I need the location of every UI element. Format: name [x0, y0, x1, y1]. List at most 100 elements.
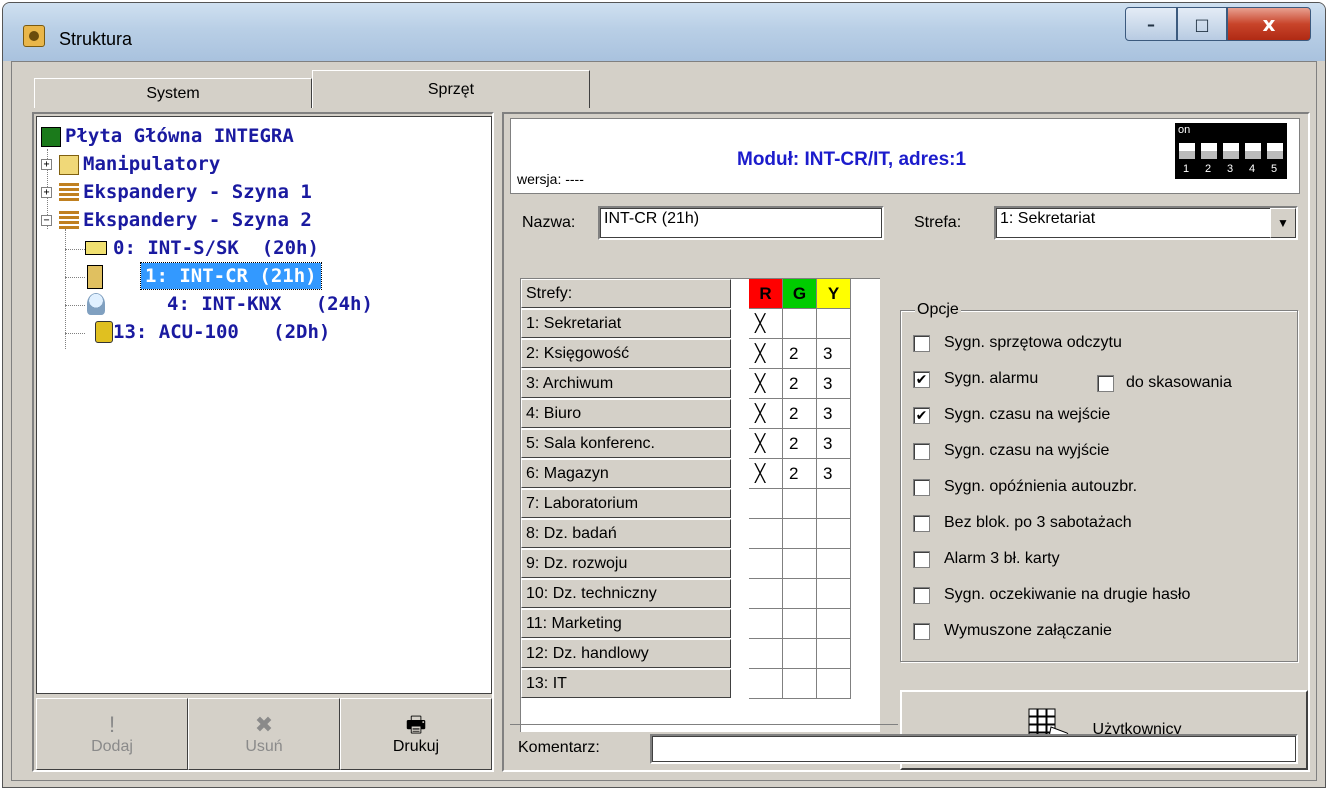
option-item[interactable]: Sygn. oczekiwanie na drugie hasło [913, 583, 1190, 607]
table-row[interactable]: 4: Biuro ╳ 2 3 [521, 399, 880, 429]
zone-r-cell[interactable]: ╳ [749, 339, 783, 369]
zone-g-cell[interactable] [783, 549, 817, 579]
zone-y-cell[interactable] [817, 489, 851, 519]
zone-y-cell[interactable] [817, 639, 851, 669]
table-row[interactable]: 9: Dz. rozwoju [521, 549, 880, 579]
zone-y-cell[interactable]: 3 [817, 429, 851, 459]
table-row[interactable]: 7: Laboratorium [521, 489, 880, 519]
card-reader-icon [87, 265, 103, 289]
expand-icon[interactable]: + [41, 159, 52, 170]
option-item[interactable]: Alarm 3 bł. karty [913, 547, 1060, 571]
zone-y-cell[interactable]: 3 [817, 459, 851, 489]
zone-g-cell[interactable]: 2 [783, 369, 817, 399]
table-row[interactable]: 1: Sekretariat ╳ [521, 309, 880, 339]
zone-r-cell[interactable]: ╳ [749, 429, 783, 459]
table-row[interactable]: 12: Dz. handlowy [521, 639, 880, 669]
checkbox[interactable] [913, 550, 930, 568]
comment-field[interactable] [650, 734, 1298, 764]
zone-y-cell[interactable] [817, 579, 851, 609]
checkbox[interactable] [913, 334, 930, 352]
tab-system[interactable]: System [34, 78, 312, 108]
minimize-button[interactable]: – [1125, 7, 1177, 41]
zone-r-cell[interactable] [749, 669, 783, 699]
table-row[interactable]: 8: Dz. badań [521, 519, 880, 549]
zone-g-cell[interactable]: 2 [783, 459, 817, 489]
zone-r-cell[interactable] [749, 519, 783, 549]
chevron-down-icon[interactable]: ▼ [1270, 208, 1296, 238]
zone-g-cell[interactable]: 2 [783, 429, 817, 459]
zone-y-cell[interactable] [817, 669, 851, 699]
zone-g-cell[interactable] [783, 489, 817, 519]
tree-item-module-selected[interactable]: 1: INT-CR (21h) [140, 262, 322, 290]
tab-hardware[interactable]: Sprzęt [312, 70, 590, 108]
zone-g-cell[interactable] [783, 639, 817, 669]
option-item[interactable]: ✔ Sygn. czasu na wejście [913, 403, 1110, 427]
zone-y-cell[interactable] [817, 609, 851, 639]
tree-item-manipulatory[interactable]: Manipulatory [83, 151, 220, 177]
zone-g-cell[interactable]: 2 [783, 339, 817, 369]
option-item[interactable]: Bez blok. po 3 sabotażach [913, 511, 1132, 535]
option-item[interactable]: ✔ Sygn. alarmu [913, 367, 1038, 391]
table-row[interactable]: 10: Dz. techniczny [521, 579, 880, 609]
zone-r-cell[interactable] [749, 639, 783, 669]
zone-r-cell[interactable]: ╳ [749, 369, 783, 399]
table-row[interactable]: 3: Archiwum ╳ 2 3 [521, 369, 880, 399]
zone-g-cell[interactable]: 2 [783, 399, 817, 429]
checkbox[interactable] [913, 586, 930, 604]
tree-item-module[interactable]: 4: INT-KNX (24h) [167, 291, 373, 317]
option-item[interactable]: Wymuszone załączanie [913, 619, 1112, 643]
zone-y-cell[interactable]: 3 [817, 399, 851, 429]
zone-y-cell[interactable] [817, 309, 851, 339]
name-field[interactable]: INT-CR (21h) [598, 206, 884, 240]
close-button[interactable]: x [1227, 7, 1311, 41]
zone-y-cell[interactable] [817, 549, 851, 579]
zone-r-cell[interactable] [749, 489, 783, 519]
zone-g-cell[interactable] [783, 669, 817, 699]
print-button[interactable]: 🖶 Drukuj [340, 698, 492, 770]
checkbox[interactable] [913, 622, 930, 640]
structure-tree[interactable]: Płyta Główna INTEGRA + Manipulatory + Ek… [36, 116, 492, 694]
option-item[interactable]: Sygn. czasu na wyjście [913, 439, 1109, 463]
table-row[interactable]: 11: Marketing [521, 609, 880, 639]
table-row[interactable]: 5: Sala konferenc. ╳ 2 3 [521, 429, 880, 459]
remove-button[interactable]: ✖ Usuń [188, 698, 340, 770]
add-button[interactable]: ! Dodaj [36, 698, 188, 770]
zone-select[interactable]: 1: Sekretariat ▼ [994, 206, 1298, 240]
zone-r-cell[interactable]: ╳ [749, 459, 783, 489]
checkbox[interactable] [1097, 374, 1114, 392]
zone-r-cell[interactable]: ╳ [749, 399, 783, 429]
table-row[interactable]: 2: Księgowość ╳ 2 3 [521, 339, 880, 369]
zones-table[interactable]: Strefy: R G Y 1: Sekretariat ╳ 2: Księgowo… [520, 278, 880, 732]
zone-r-cell[interactable] [749, 609, 783, 639]
zone-r-cell[interactable] [749, 549, 783, 579]
checkbox[interactable] [913, 478, 930, 496]
zone-g-cell[interactable] [783, 519, 817, 549]
zone-g-cell[interactable] [783, 579, 817, 609]
zone-y-cell[interactable] [817, 519, 851, 549]
expand-icon[interactable]: + [41, 187, 52, 198]
table-row[interactable]: 13: IT [521, 669, 880, 699]
checkbox[interactable] [913, 514, 930, 532]
option-item[interactable]: Sygn. opóźnienia autouzbr. [913, 475, 1137, 499]
table-row[interactable]: 6: Magazyn ╳ 2 3 [521, 459, 880, 489]
checkbox-checked[interactable]: ✔ [913, 406, 930, 424]
tree-root[interactable]: Płyta Główna INTEGRA [65, 123, 294, 149]
checkbox[interactable] [913, 442, 930, 460]
checkbox-checked[interactable]: ✔ [913, 370, 930, 388]
title-bar[interactable]: Struktura – □ x [3, 3, 1325, 61]
tree-item-bus1[interactable]: Ekspandery - Szyna 1 [83, 179, 312, 205]
zone-g-cell[interactable] [783, 609, 817, 639]
zone-r-cell[interactable]: ╳ [749, 309, 783, 339]
maximize-button[interactable]: □ [1177, 7, 1227, 41]
zone-y-cell[interactable]: 3 [817, 339, 851, 369]
tree-item-bus2[interactable]: Ekspandery - Szyna 2 [83, 207, 312, 233]
collapse-icon[interactable]: − [41, 215, 52, 226]
option-item[interactable]: Sygn. sprzętowa odczytu [913, 331, 1122, 355]
zone-r-cell[interactable] [749, 579, 783, 609]
option-item-reset[interactable]: do skasowania [1097, 371, 1232, 395]
column-header-y: Y [817, 279, 851, 309]
zone-y-cell[interactable]: 3 [817, 369, 851, 399]
tree-item-module[interactable]: 0: INT-S/SK (20h) [113, 235, 319, 261]
zone-g-cell[interactable] [783, 309, 817, 339]
tree-item-module[interactable]: 13: ACU-100 (2Dh) [113, 319, 330, 345]
